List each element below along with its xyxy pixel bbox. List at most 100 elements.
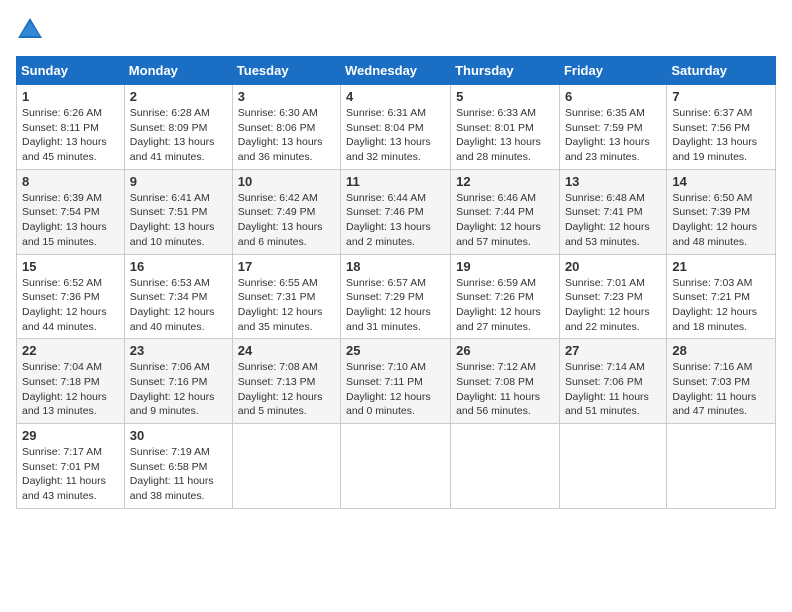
day-info: Sunrise: 7:16 AMSunset: 7:03 PMDaylight:… [672, 360, 770, 419]
calendar-table: SundayMondayTuesdayWednesdayThursdayFrid… [16, 56, 776, 509]
calendar-cell: 9 Sunrise: 6:41 AMSunset: 7:51 PMDaylight… [124, 169, 232, 254]
day-number: 2 [130, 89, 227, 104]
calendar-cell: 27 Sunrise: 7:14 AMSunset: 7:06 PMDayligh… [559, 339, 666, 424]
day-number: 26 [456, 343, 554, 358]
calendar-cell: 29Sunrise: 7:17 AMSunset: 7:01 PMDayligh… [17, 424, 125, 509]
day-number: 1 [22, 89, 119, 104]
calendar-week-3: 15Sunrise: 6:52 AMSunset: 7:36 PMDayligh… [17, 254, 776, 339]
day-number: 4 [346, 89, 445, 104]
day-number: 27 [565, 343, 661, 358]
day-info: Sunrise: 6:30 AMSunset: 8:06 PMDaylight:… [238, 106, 335, 165]
logo-icon [16, 16, 44, 44]
calendar-cell: 22 Sunrise: 7:04 AMSunset: 7:18 PMDayligh… [17, 339, 125, 424]
calendar-cell: 4 Sunrise: 6:31 AMSunset: 8:04 PMDaylight… [341, 85, 451, 170]
calendar-week-1: 1 Sunrise: 6:26 AMSunset: 8:11 PMDaylight… [17, 85, 776, 170]
calendar-cell: 30 Sunrise: 7:19 AMSunset: 6:58 PMDayligh… [124, 424, 232, 509]
header-tuesday: Tuesday [232, 57, 340, 85]
calendar-cell: 2 Sunrise: 6:28 AMSunset: 8:09 PMDaylight… [124, 85, 232, 170]
day-info: Sunrise: 7:17 AMSunset: 7:01 PMDaylight:… [22, 445, 119, 504]
day-info: Sunrise: 6:55 AMSunset: 7:31 PMDaylight:… [238, 276, 335, 335]
calendar-cell [451, 424, 560, 509]
calendar-week-5: 29Sunrise: 7:17 AMSunset: 7:01 PMDayligh… [17, 424, 776, 509]
calendar-cell: 1 Sunrise: 6:26 AMSunset: 8:11 PMDaylight… [17, 85, 125, 170]
day-info: Sunrise: 6:50 AMSunset: 7:39 PMDaylight:… [672, 191, 770, 250]
day-number: 16 [130, 259, 227, 274]
day-number: 30 [130, 428, 227, 443]
day-number: 5 [456, 89, 554, 104]
day-info: Sunrise: 6:44 AMSunset: 7:46 PMDaylight:… [346, 191, 445, 250]
calendar-cell: 13Sunrise: 6:48 AMSunset: 7:41 PMDayligh… [559, 169, 666, 254]
day-number: 10 [238, 174, 335, 189]
day-info: Sunrise: 6:59 AMSunset: 7:26 PMDaylight:… [456, 276, 554, 335]
calendar-cell: 6Sunrise: 6:35 AMSunset: 7:59 PMDaylight… [559, 85, 666, 170]
calendar-cell: 15Sunrise: 6:52 AMSunset: 7:36 PMDayligh… [17, 254, 125, 339]
day-number: 7 [672, 89, 770, 104]
calendar-cell: 14Sunrise: 6:50 AMSunset: 7:39 PMDayligh… [667, 169, 776, 254]
day-number: 12 [456, 174, 554, 189]
day-info: Sunrise: 6:57 AMSunset: 7:29 PMDaylight:… [346, 276, 445, 335]
day-info: Sunrise: 6:53 AMSunset: 7:34 PMDaylight:… [130, 276, 227, 335]
calendar-cell: 16 Sunrise: 6:53 AMSunset: 7:34 PMDayligh… [124, 254, 232, 339]
day-info: Sunrise: 6:28 AMSunset: 8:09 PMDaylight:… [130, 106, 227, 165]
day-number: 17 [238, 259, 335, 274]
calendar-cell [341, 424, 451, 509]
calendar-week-4: 22 Sunrise: 7:04 AMSunset: 7:18 PMDayligh… [17, 339, 776, 424]
calendar-cell: 20Sunrise: 7:01 AMSunset: 7:23 PMDayligh… [559, 254, 666, 339]
header-monday: Monday [124, 57, 232, 85]
calendar-cell: 26 Sunrise: 7:12 AMSunset: 7:08 PMDayligh… [451, 339, 560, 424]
day-number: 3 [238, 89, 335, 104]
day-number: 21 [672, 259, 770, 274]
day-info: Sunrise: 7:19 AMSunset: 6:58 PMDaylight:… [130, 445, 227, 504]
day-info: Sunrise: 7:06 AMSunset: 7:16 PMDaylight:… [130, 360, 227, 419]
calendar-cell: 10 Sunrise: 6:42 AMSunset: 7:49 PMDayligh… [232, 169, 340, 254]
day-number: 25 [346, 343, 445, 358]
day-info: Sunrise: 7:01 AMSunset: 7:23 PMDaylight:… [565, 276, 661, 335]
calendar-week-2: 8 Sunrise: 6:39 AMSunset: 7:54 PMDaylight… [17, 169, 776, 254]
calendar-cell: 28 Sunrise: 7:16 AMSunset: 7:03 PMDayligh… [667, 339, 776, 424]
calendar-cell: 5Sunrise: 6:33 AMSunset: 8:01 PMDaylight… [451, 85, 560, 170]
day-number: 11 [346, 174, 445, 189]
header-wednesday: Wednesday [341, 57, 451, 85]
day-info: Sunrise: 7:03 AMSunset: 7:21 PMDaylight:… [672, 276, 770, 335]
day-info: Sunrise: 6:31 AMSunset: 8:04 PMDaylight:… [346, 106, 445, 165]
day-info: Sunrise: 7:08 AMSunset: 7:13 PMDaylight:… [238, 360, 335, 419]
day-info: Sunrise: 6:39 AMSunset: 7:54 PMDaylight:… [22, 191, 119, 250]
calendar-cell: 18 Sunrise: 6:57 AMSunset: 7:29 PMDayligh… [341, 254, 451, 339]
calendar-cell [667, 424, 776, 509]
day-number: 8 [22, 174, 119, 189]
day-info: Sunrise: 6:46 AMSunset: 7:44 PMDaylight:… [456, 191, 554, 250]
day-info: Sunrise: 7:12 AMSunset: 7:08 PMDaylight:… [456, 360, 554, 419]
calendar-cell: 21 Sunrise: 7:03 AMSunset: 7:21 PMDayligh… [667, 254, 776, 339]
page-header [16, 16, 776, 44]
calendar-cell [232, 424, 340, 509]
calendar-cell: 25 Sunrise: 7:10 AMSunset: 7:11 PMDayligh… [341, 339, 451, 424]
day-number: 15 [22, 259, 119, 274]
calendar-cell: 11 Sunrise: 6:44 AMSunset: 7:46 PMDayligh… [341, 169, 451, 254]
day-info: Sunrise: 6:48 AMSunset: 7:41 PMDaylight:… [565, 191, 661, 250]
calendar-cell: 8 Sunrise: 6:39 AMSunset: 7:54 PMDaylight… [17, 169, 125, 254]
calendar-header-row: SundayMondayTuesdayWednesdayThursdayFrid… [17, 57, 776, 85]
day-info: Sunrise: 7:10 AMSunset: 7:11 PMDaylight:… [346, 360, 445, 419]
day-number: 18 [346, 259, 445, 274]
calendar-cell [559, 424, 666, 509]
calendar-cell: 24 Sunrise: 7:08 AMSunset: 7:13 PMDayligh… [232, 339, 340, 424]
calendar-cell: 19Sunrise: 6:59 AMSunset: 7:26 PMDayligh… [451, 254, 560, 339]
calendar-cell: 17 Sunrise: 6:55 AMSunset: 7:31 PMDayligh… [232, 254, 340, 339]
day-info: Sunrise: 6:42 AMSunset: 7:49 PMDaylight:… [238, 191, 335, 250]
day-info: Sunrise: 7:14 AMSunset: 7:06 PMDaylight:… [565, 360, 661, 419]
header-sunday: Sunday [17, 57, 125, 85]
header-saturday: Saturday [667, 57, 776, 85]
header-thursday: Thursday [451, 57, 560, 85]
day-number: 24 [238, 343, 335, 358]
day-info: Sunrise: 6:41 AMSunset: 7:51 PMDaylight:… [130, 191, 227, 250]
day-number: 22 [22, 343, 119, 358]
day-info: Sunrise: 7:04 AMSunset: 7:18 PMDaylight:… [22, 360, 119, 419]
day-number: 9 [130, 174, 227, 189]
day-number: 28 [672, 343, 770, 358]
day-info: Sunrise: 6:26 AMSunset: 8:11 PMDaylight:… [22, 106, 119, 165]
calendar-cell: 23 Sunrise: 7:06 AMSunset: 7:16 PMDayligh… [124, 339, 232, 424]
calendar-cell: 7 Sunrise: 6:37 AMSunset: 7:56 PMDaylight… [667, 85, 776, 170]
day-info: Sunrise: 6:37 AMSunset: 7:56 PMDaylight:… [672, 106, 770, 165]
day-number: 23 [130, 343, 227, 358]
header-friday: Friday [559, 57, 666, 85]
